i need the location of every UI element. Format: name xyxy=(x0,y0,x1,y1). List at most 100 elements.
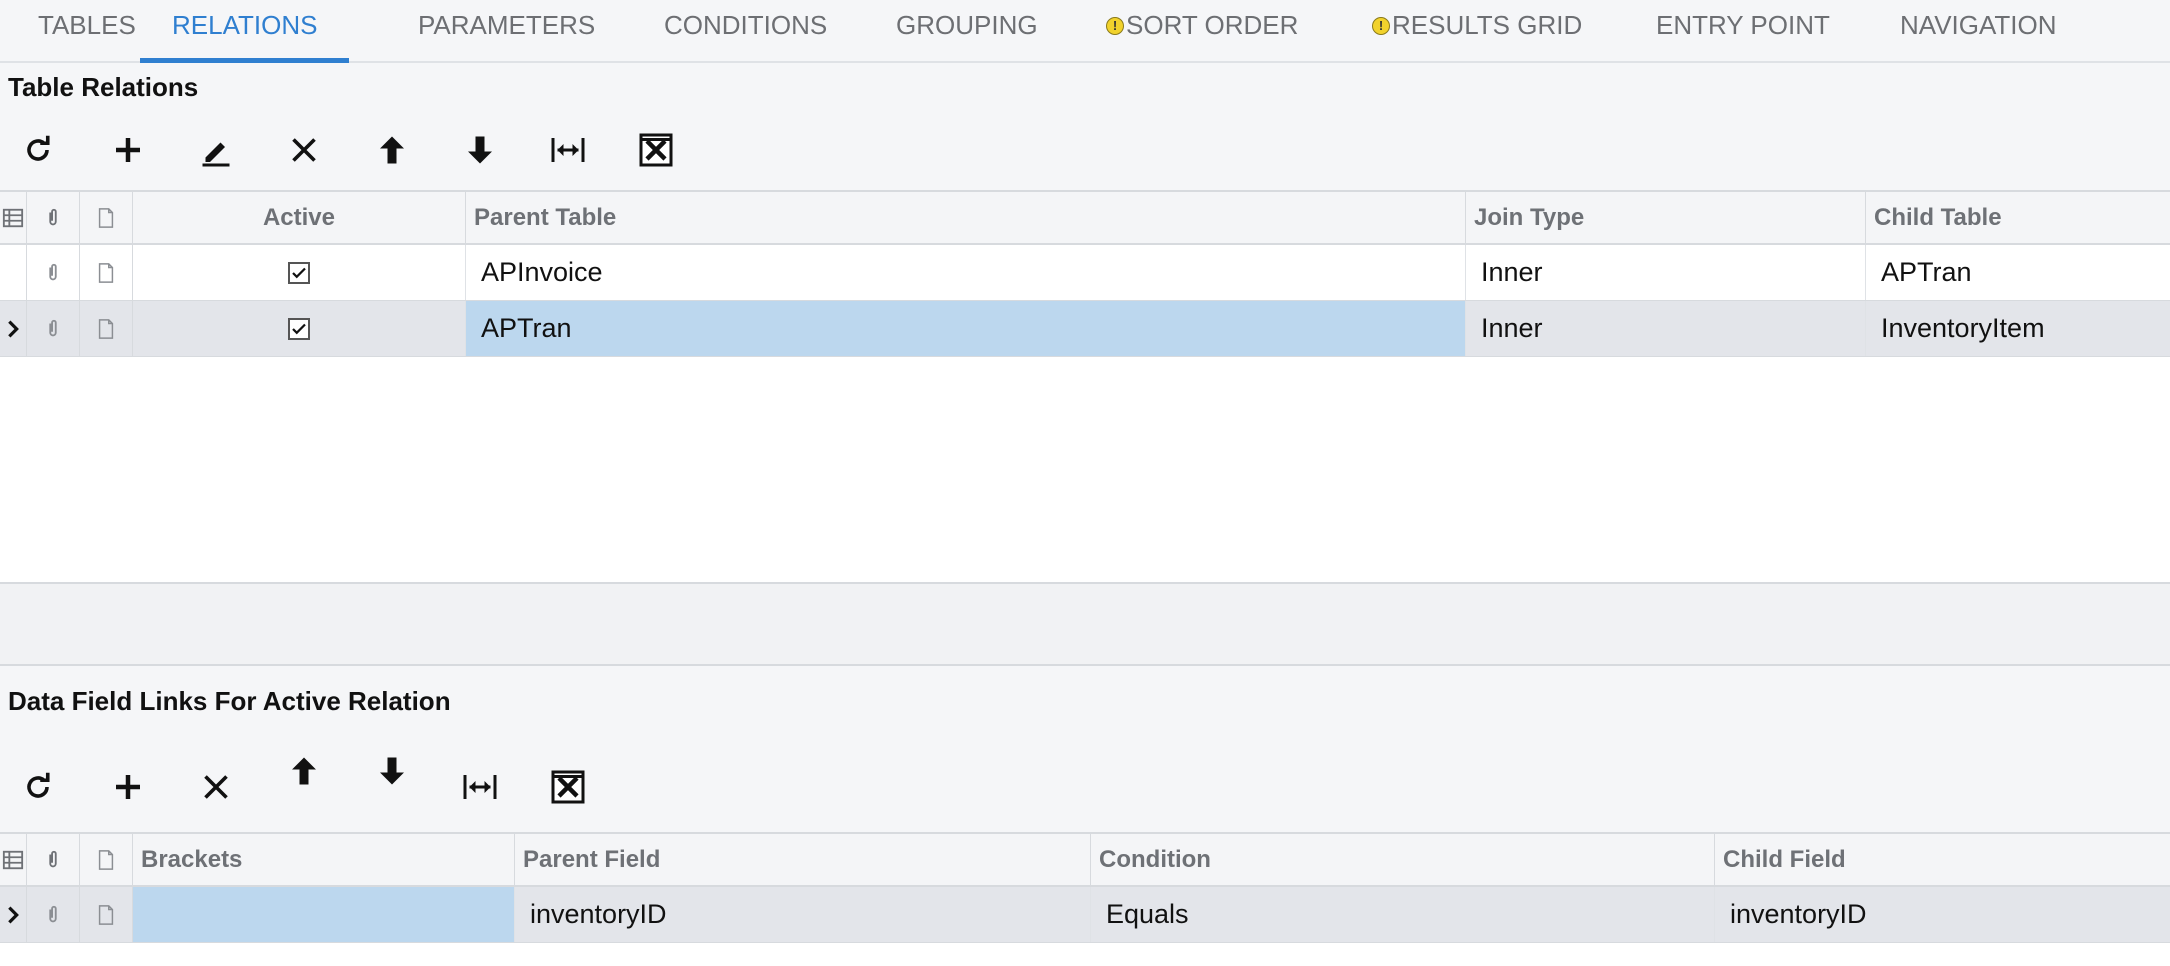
note-icon xyxy=(98,207,114,228)
col-child-field[interactable]: Child Field xyxy=(1715,834,2170,885)
chevron-right-icon xyxy=(8,906,19,923)
move-down-button[interactable] xyxy=(452,120,508,180)
col-parent-table[interactable]: Parent Table xyxy=(466,192,1466,243)
tab-label: SORT ORDER xyxy=(1126,10,1299,40)
brackets-cell[interactable] xyxy=(133,887,515,942)
add-icon xyxy=(116,775,140,799)
col-brackets[interactable]: Brackets xyxy=(133,834,515,885)
links-title: Data Field Links For Active Relation xyxy=(8,686,451,716)
chevron-right-icon xyxy=(8,320,19,337)
move-up-icon xyxy=(292,757,316,785)
paperclip-icon xyxy=(49,905,57,922)
export-excel-button[interactable] xyxy=(540,757,596,817)
table-row[interactable]: APInvoice Inner APTran xyxy=(0,245,2170,301)
row-attachment[interactable] xyxy=(27,245,80,300)
delete-icon xyxy=(204,775,228,799)
col-child-table[interactable]: Child Table xyxy=(1866,192,2170,243)
move-up-button[interactable] xyxy=(276,741,332,801)
tab-label: PARAMETERS xyxy=(418,10,596,40)
columns-config-icon xyxy=(2,850,24,869)
refresh-button[interactable] xyxy=(10,757,66,817)
fit-columns-button[interactable] xyxy=(540,120,596,180)
tab-relations[interactable]: RELATIONS xyxy=(140,0,350,63)
tab-grouping[interactable]: GROUPING xyxy=(896,0,1038,63)
notes-header xyxy=(80,834,133,885)
paperclip-icon xyxy=(49,208,57,225)
tab-label: RESULTS GRID xyxy=(1392,10,1583,40)
check-icon xyxy=(292,267,306,278)
join-type-cell[interactable]: Inner xyxy=(1466,245,1866,300)
links-grid-header: Brackets Parent Field Condition Child Fi… xyxy=(0,832,2170,887)
export-excel-icon xyxy=(551,770,585,804)
join-type-cell[interactable]: Inner xyxy=(1466,301,1866,356)
row-attachment[interactable] xyxy=(27,887,80,942)
attachments-header xyxy=(27,192,80,243)
fit-columns-icon xyxy=(551,138,585,162)
move-down-icon xyxy=(380,757,404,785)
row-note[interactable] xyxy=(80,301,133,356)
row-selector[interactable] xyxy=(0,245,27,300)
delete-button[interactable] xyxy=(188,757,244,817)
row-selector-header[interactable] xyxy=(0,192,27,243)
active-checkbox[interactable] xyxy=(288,261,310,284)
tab-parameters[interactable]: PARAMETERS xyxy=(418,0,595,63)
tab-label: GROUPING xyxy=(896,10,1038,40)
tab-bar: TABLES RELATIONS PARAMETERS CONDITIONS G… xyxy=(0,0,2170,63)
note-icon xyxy=(98,262,114,283)
relations-grid: Active Parent Table Join Type Child Tabl… xyxy=(0,190,2170,582)
tab-navigation[interactable]: NAVIGATION xyxy=(1900,0,2057,63)
col-condition[interactable]: Condition xyxy=(1091,834,1715,885)
child-field-cell[interactable]: inventoryID xyxy=(1715,887,2170,942)
fit-columns-button[interactable] xyxy=(452,757,508,817)
paperclip-icon xyxy=(49,850,57,867)
tab-tables[interactable]: TABLES xyxy=(38,0,136,63)
parent-table-cell[interactable]: APInvoice xyxy=(466,245,1466,300)
child-table-cell[interactable]: InventoryItem xyxy=(1866,301,2170,356)
move-down-icon xyxy=(468,136,492,164)
export-excel-button[interactable] xyxy=(628,120,684,180)
links-grid: Brackets Parent Field Condition Child Fi… xyxy=(0,832,2170,966)
col-active[interactable]: Active xyxy=(133,192,466,243)
edit-button[interactable] xyxy=(188,120,244,180)
warning-icon: ! xyxy=(1106,17,1124,35)
active-checkbox[interactable] xyxy=(288,317,310,340)
row-selector-header[interactable] xyxy=(0,834,27,885)
note-icon xyxy=(98,318,114,339)
note-icon xyxy=(98,904,114,925)
row-selector[interactable] xyxy=(0,301,27,356)
move-down-button[interactable] xyxy=(364,741,420,801)
add-button[interactable] xyxy=(100,120,156,180)
tab-results-grid[interactable]: ! RESULTS GRID xyxy=(1372,0,1582,63)
child-table-cell[interactable]: APTran xyxy=(1866,245,2170,300)
row-note[interactable] xyxy=(80,245,133,300)
row-note[interactable] xyxy=(80,887,133,942)
delete-icon xyxy=(292,138,316,162)
tab-entry-point[interactable]: ENTRY POINT xyxy=(1656,0,1830,63)
parent-table-cell[interactable]: APTran xyxy=(466,301,1466,356)
warning-icon: ! xyxy=(1372,17,1390,35)
tab-label: NAVIGATION xyxy=(1900,10,2057,40)
report-designer: TABLES RELATIONS PARAMETERS CONDITIONS G… xyxy=(0,0,2170,966)
parent-field-cell[interactable]: inventoryID xyxy=(515,887,1091,942)
move-up-button[interactable] xyxy=(364,120,420,180)
table-row[interactable]: APTran Inner InventoryItem xyxy=(0,301,2170,357)
active-cell[interactable] xyxy=(133,301,466,356)
refresh-icon xyxy=(27,772,50,798)
table-row[interactable]: inventoryID Equals inventoryID xyxy=(0,887,2170,943)
row-selector[interactable] xyxy=(0,887,27,942)
col-parent-field[interactable]: Parent Field xyxy=(515,834,1091,885)
paperclip-icon xyxy=(49,263,57,280)
add-icon xyxy=(116,138,140,162)
col-join-type[interactable]: Join Type xyxy=(1466,192,1866,243)
condition-cell[interactable]: Equals xyxy=(1091,887,1715,942)
export-excel-icon xyxy=(639,133,673,167)
active-cell[interactable] xyxy=(133,245,466,300)
delete-button[interactable] xyxy=(276,120,332,180)
add-button[interactable] xyxy=(100,757,156,817)
panel-splitter[interactable] xyxy=(0,582,2170,666)
tab-sort-order[interactable]: ! SORT ORDER xyxy=(1106,0,1298,63)
row-attachment[interactable] xyxy=(27,301,80,356)
tab-label: TABLES xyxy=(38,10,136,40)
tab-conditions[interactable]: CONDITIONS xyxy=(664,0,827,63)
refresh-button[interactable] xyxy=(10,120,66,180)
